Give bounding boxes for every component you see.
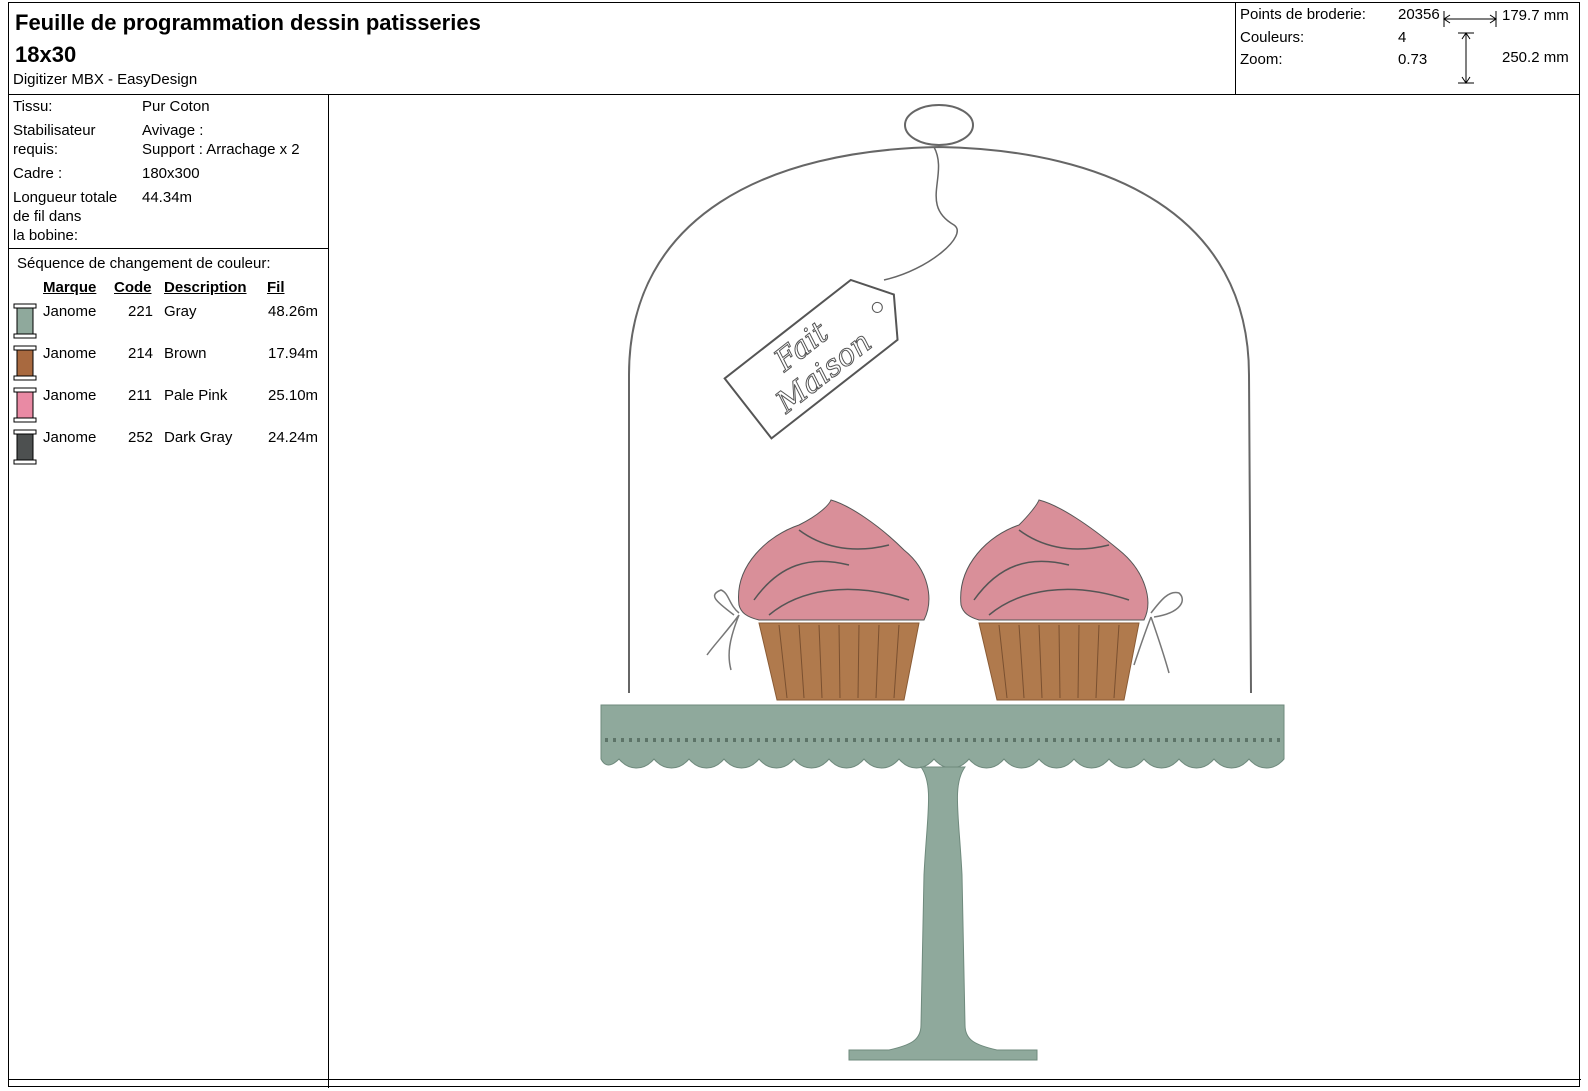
- thread-length-label-2: de fil dans: [13, 208, 82, 225]
- color-sequence-row: Janome 252 Dark Gray 24.24m: [9, 429, 329, 471]
- thread-spool-icon: [13, 429, 37, 465]
- thread-code: 252: [128, 429, 154, 446]
- stabilizer-value-2: Support : Arrachage x 2: [142, 141, 300, 158]
- sheet-subtitle: Digitizer MBX - EasyDesign: [13, 71, 198, 88]
- thread-brand: Janome: [43, 387, 97, 404]
- thread-length: 25.10m: [268, 387, 319, 404]
- color-count-value: 4: [1398, 29, 1407, 46]
- color-sequence-row: Janome 221 Gray 48.26m: [9, 303, 329, 345]
- thread-description: Gray: [164, 303, 197, 320]
- stitch-count-row: Points de broderie: 20356: [1240, 6, 1440, 23]
- programming-sheet: Feuille de programmation dessin patisser…: [8, 2, 1581, 1088]
- thread-spool-icon: [13, 345, 37, 381]
- column-header-code: Code: [114, 279, 152, 296]
- color-sequence-title: Séquence de changement de couleur:: [17, 255, 271, 272]
- left-info-panel: Tissu: Pur Coton Stabilisateur requis: A…: [9, 95, 329, 1088]
- thread-brand: Janome: [43, 303, 97, 320]
- fait-maison-tag: Fait Maison: [723, 278, 899, 440]
- frame-label: Cadre :: [13, 165, 63, 182]
- design-preview: Fait Maison: [329, 95, 1581, 1088]
- right-cupcake: [960, 499, 1184, 701]
- thread-description: Brown: [164, 345, 207, 362]
- stabilizer-label-2: requis:: [13, 141, 59, 158]
- column-header-description: Description: [164, 279, 247, 296]
- embroidery-design: Fait Maison: [600, 104, 1285, 1061]
- thread-brand: Janome: [43, 429, 97, 446]
- thread-length-label-3: la bobine:: [13, 227, 79, 244]
- fabric-value: Pur Coton: [142, 98, 210, 115]
- thread-description: Pale Pink: [164, 387, 228, 404]
- thread-brand: Janome: [43, 345, 97, 362]
- color-count-row: Couleurs: 4: [1240, 29, 1406, 46]
- thread-length: 24.24m: [268, 429, 319, 446]
- stabilizer-value-1: Avivage :: [142, 122, 204, 139]
- column-header-thread: Fil: [267, 279, 285, 296]
- stitch-count-value: 20356: [1398, 6, 1440, 23]
- sheet-header: Feuille de programmation dessin patisser…: [9, 3, 1579, 95]
- fabric-properties: Tissu: Pur Coton Stabilisateur requis: A…: [9, 95, 328, 249]
- thread-description: Dark Gray: [164, 429, 233, 446]
- dome-knob: [904, 104, 974, 146]
- stats-panel: Points de broderie: 20356 Couleurs: 4 Zo…: [1235, 3, 1581, 95]
- zoom-label: Zoom:: [1240, 51, 1283, 68]
- stabilizer-label-1: Stabilisateur: [13, 122, 96, 139]
- glass-dome: [628, 145, 1252, 694]
- thread-code: 214: [128, 345, 154, 362]
- thread-length-label-1: Longueur totale: [13, 189, 118, 206]
- cake-stand: [600, 704, 1285, 1061]
- footer-rule: [9, 1079, 1581, 1080]
- design-height: 250.2 mm: [1502, 49, 1569, 66]
- dimension-arrows-icon: [1443, 11, 1497, 84]
- zoom-row: Zoom: 0.73: [1240, 51, 1427, 68]
- column-header-brand: Marque: [43, 279, 97, 296]
- stitch-count-label: Points de broderie:: [1240, 6, 1366, 23]
- thread-length: 48.26m: [268, 303, 319, 320]
- color-sequence-row: Janome 214 Brown 17.94m: [9, 345, 329, 387]
- thread-length: 17.94m: [268, 345, 319, 362]
- thread-code: 221: [128, 303, 154, 320]
- frame-value: 180x300: [142, 165, 200, 182]
- color-sequence-row: Janome 211 Pale Pink 25.10m: [9, 387, 329, 429]
- color-count-label: Couleurs:: [1240, 29, 1305, 46]
- left-cupcake: [706, 499, 930, 701]
- zoom-value: 0.73: [1398, 51, 1428, 68]
- thread-length-value: 44.34m: [142, 189, 193, 206]
- tag-string: [883, 146, 958, 281]
- fabric-label: Tissu:: [13, 98, 53, 115]
- design-width: 179.7 mm: [1502, 7, 1569, 24]
- thread-spool-icon: [13, 303, 37, 339]
- thread-spool-icon: [13, 387, 37, 423]
- sheet-title: Feuille de programmation dessin patisser…: [15, 10, 481, 67]
- thread-code: 211: [128, 387, 152, 404]
